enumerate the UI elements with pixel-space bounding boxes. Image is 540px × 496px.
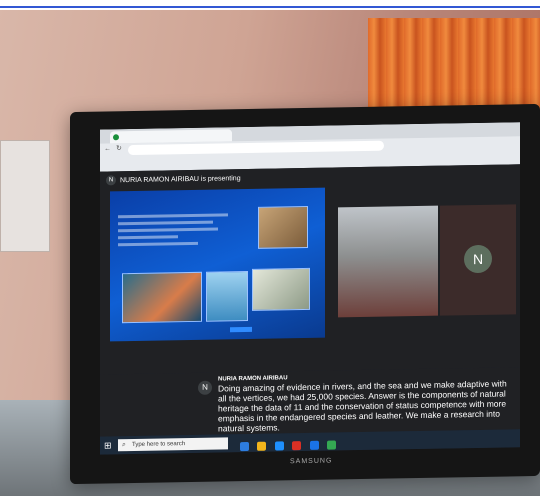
taskbar-apps <box>240 436 340 454</box>
caption-speaker: NURIA RAMON AIRIBAU <box>218 375 288 383</box>
monitor-screen: ← ↻ N NURIA RAMON AIRIBAU is presenting <box>100 122 520 455</box>
slide-photo-fish <box>258 205 308 249</box>
slide-photo-reef <box>122 271 202 324</box>
slide-photo-seahorse <box>206 270 248 322</box>
meet-stage: N NURIA RAMON AIRIBAU is presenting N <box>100 164 520 375</box>
browser-chrome: ← ↻ <box>100 122 520 172</box>
monitor: ← ↻ N NURIA RAMON AIRIBAU is presenting <box>70 103 540 485</box>
back-icon[interactable]: ← <box>104 145 112 153</box>
live-captions: N NURIA RAMON AIRIBAU Doing amazing of e… <box>100 367 520 437</box>
store-icon[interactable] <box>292 441 302 451</box>
slide-text-lines <box>118 213 238 250</box>
shared-slide <box>110 187 325 342</box>
address-bar[interactable] <box>128 140 384 156</box>
participant-avatar: N <box>464 244 492 274</box>
taskview-icon[interactable] <box>240 441 249 452</box>
participant-avatar-tile: N <box>440 204 516 316</box>
search-icon: ⌕ <box>122 441 126 449</box>
top-link-underline <box>0 0 540 10</box>
browser-tab-meet[interactable] <box>110 129 232 144</box>
windows-start-icon[interactable]: ⊞ <box>104 440 114 450</box>
caption-text: Doing amazing of evidence in rivers, and… <box>218 378 507 434</box>
monitor-brand: SAMSUNG <box>290 457 333 466</box>
taskbar-search-placeholder: Type here to search <box>132 441 186 449</box>
meet-icon <box>113 134 119 141</box>
wall-poster <box>0 140 50 252</box>
presenter-avatar: N <box>106 175 116 186</box>
edge-icon[interactable] <box>274 441 284 451</box>
caption-avatar: N <box>198 380 212 395</box>
reload-icon[interactable]: ↻ <box>116 145 124 153</box>
presenter-banner-text: NURIA RAMON AIRIBAU is presenting <box>120 175 241 185</box>
presenter-banner: N NURIA RAMON AIRIBAU is presenting <box>106 173 241 187</box>
folder-icon[interactable] <box>257 441 267 451</box>
chrome-icon[interactable] <box>327 440 337 450</box>
tab-bar <box>100 122 520 144</box>
participant-video-tile <box>338 205 438 318</box>
word-icon[interactable] <box>309 440 319 450</box>
taskbar-search[interactable]: ⌕ Type here to search <box>118 437 228 452</box>
slide-button <box>230 326 252 333</box>
slide-photo-sturgeon <box>252 267 310 311</box>
